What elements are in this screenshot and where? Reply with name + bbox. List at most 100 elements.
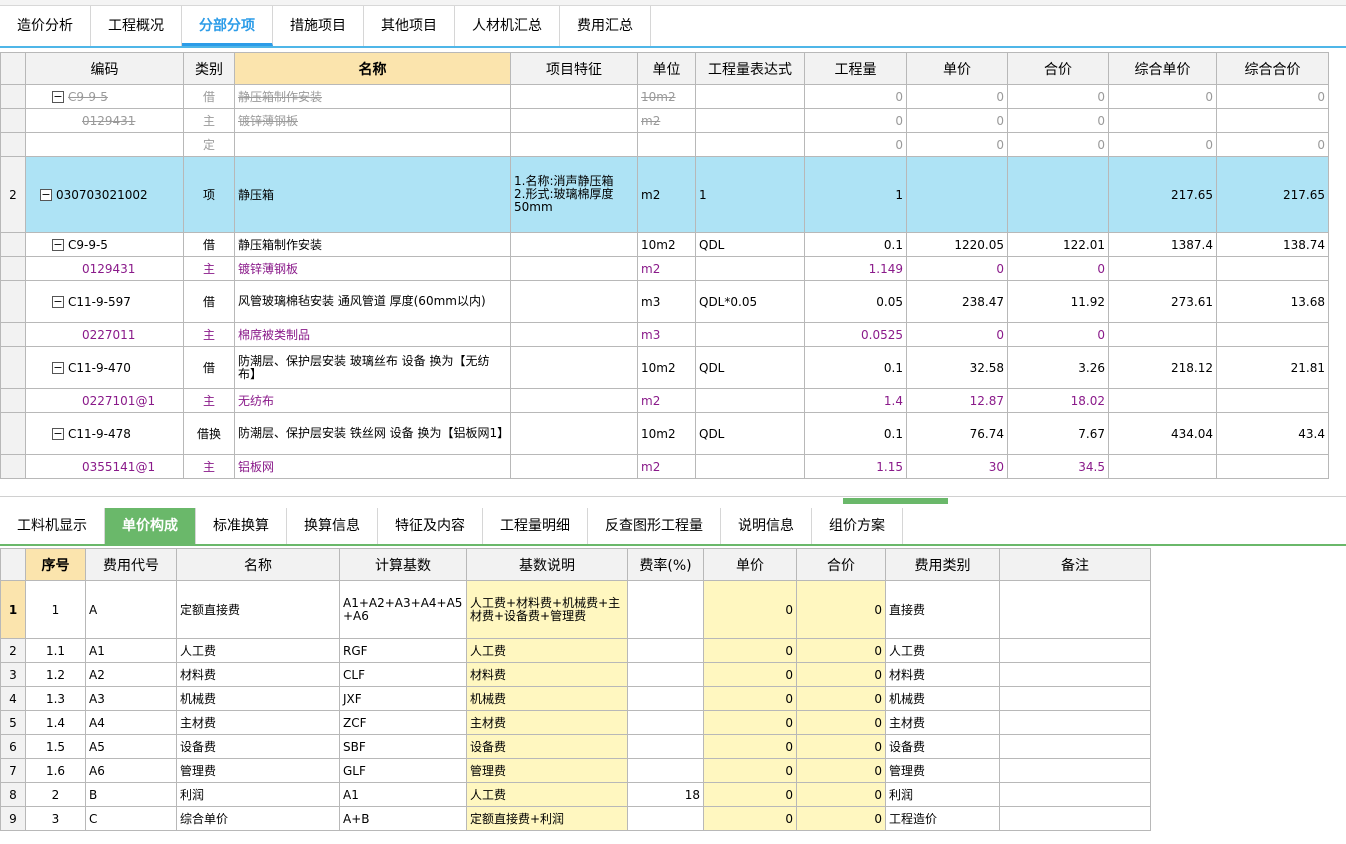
expr-cell[interactable]: QDL (695, 232, 805, 257)
code-cell[interactable]: B (85, 782, 177, 807)
expr-cell[interactable] (695, 388, 805, 413)
table-row[interactable]: − C11-9-470 借 防潮层、保护层安装 玻璃丝布 设备 换为【无纺布】 1… (0, 346, 1329, 389)
code-cell[interactable]: A4 (85, 710, 177, 735)
table-row[interactable]: 定 0 0 0 0 0 (0, 132, 1329, 157)
feature-cell[interactable] (510, 132, 638, 157)
category-cell[interactable]: 管理费 (885, 758, 1000, 783)
name-cell[interactable]: 风管玻璃棉毡安装 通风管道 厚度(60mm以内) (234, 280, 511, 323)
composite-total-cell[interactable]: 13.68 (1216, 280, 1329, 323)
code-cell[interactable]: 0227101@1 (25, 388, 184, 413)
note-cell[interactable] (999, 782, 1151, 807)
code-cell[interactable]: A5 (85, 734, 177, 759)
total-cell[interactable]: 122.01 (1007, 232, 1109, 257)
note-cell[interactable] (999, 686, 1151, 711)
total-cell[interactable]: 0 (796, 662, 886, 687)
name-cell[interactable]: 主材费 (176, 710, 340, 735)
composite-price-cell[interactable]: 0 (1108, 132, 1217, 157)
price-cell[interactable]: 1220.05 (906, 232, 1008, 257)
qty-cell[interactable]: 1.15 (804, 454, 907, 479)
feature-cell[interactable] (510, 322, 638, 347)
price-cell[interactable] (906, 156, 1008, 233)
name-cell[interactable]: 静压箱制作安装 (234, 232, 511, 257)
type-cell[interactable]: 借 (183, 346, 235, 389)
type-cell[interactable]: 主 (183, 322, 235, 347)
expr-cell[interactable]: QDL*0.05 (695, 280, 805, 323)
price-cell[interactable]: 0 (703, 782, 797, 807)
rate-cell[interactable] (627, 758, 704, 783)
tab-standard-conversion[interactable]: 标准换算 (196, 508, 287, 544)
seq-cell[interactable]: 2 (25, 782, 86, 807)
rate-cell[interactable] (627, 734, 704, 759)
table-row[interactable]: 6 1.5 A5 设备费 SBF 设备费 0 0 设备费 (0, 734, 1151, 759)
rate-cell[interactable] (627, 806, 704, 831)
name-cell[interactable]: 人工费 (176, 638, 340, 663)
expr-cell[interactable]: QDL (695, 412, 805, 455)
unit-cell[interactable]: m2 (637, 108, 696, 133)
expr-cell[interactable] (695, 132, 805, 157)
table-row[interactable]: 0129431 主 镀锌薄钢板 m2 1.149 0 0 (0, 256, 1329, 281)
code-cell[interactable]: 0129431 (25, 108, 184, 133)
code-cell[interactable]: − C9-9-5 (25, 232, 184, 257)
price-cell[interactable]: 0 (703, 806, 797, 831)
composite-total-cell[interactable] (1216, 454, 1329, 479)
tab-graphic-quantity-lookup[interactable]: 反查图形工程量 (588, 508, 721, 544)
name-cell[interactable]: 棉席被类制品 (234, 322, 511, 347)
base-desc-cell[interactable]: 材料费 (466, 662, 628, 687)
total-cell[interactable]: 0 (1007, 322, 1109, 347)
price-cell[interactable]: 76.74 (906, 412, 1008, 455)
rate-cell[interactable] (627, 686, 704, 711)
sub-header-price[interactable]: 单价 (703, 548, 797, 581)
price-cell[interactable]: 0 (906, 256, 1008, 281)
table-row[interactable]: − C9-9-5 借 静压箱制作安装 10m2 0 0 0 0 0 (0, 84, 1329, 109)
expr-cell[interactable] (695, 454, 805, 479)
feature-cell[interactable] (510, 454, 638, 479)
total-cell[interactable]: 0 (796, 758, 886, 783)
category-cell[interactable]: 主材费 (885, 710, 1000, 735)
note-cell[interactable] (999, 806, 1151, 831)
qty-cell[interactable]: 0 (804, 84, 907, 109)
total-cell[interactable]: 0 (796, 686, 886, 711)
header-qty[interactable]: 工程量 (804, 52, 907, 85)
tab-unit-price-composition[interactable]: 单价构成 (105, 508, 196, 544)
seq-cell[interactable]: 1 (25, 580, 86, 639)
seq-cell[interactable]: 3 (25, 806, 86, 831)
header-unit[interactable]: 单位 (637, 52, 696, 85)
code-cell[interactable]: C (85, 806, 177, 831)
type-cell[interactable]: 主 (183, 388, 235, 413)
code-cell[interactable]: 0355141@1 (25, 454, 184, 479)
type-cell[interactable]: 主 (183, 108, 235, 133)
name-cell[interactable]: 利润 (176, 782, 340, 807)
total-cell[interactable]: 7.67 (1007, 412, 1109, 455)
category-cell[interactable]: 材料费 (885, 662, 1000, 687)
price-cell[interactable]: 0 (906, 108, 1008, 133)
total-cell[interactable] (1007, 156, 1109, 233)
price-cell[interactable]: 0 (906, 84, 1008, 109)
code-cell[interactable]: A2 (85, 662, 177, 687)
composite-total-cell[interactable]: 21.81 (1216, 346, 1329, 389)
price-cell[interactable]: 12.87 (906, 388, 1008, 413)
expr-cell[interactable] (695, 322, 805, 347)
composite-price-cell[interactable]: 273.61 (1108, 280, 1217, 323)
collapse-icon[interactable]: − (40, 189, 52, 201)
code-cell[interactable]: −030703021002 (25, 156, 184, 233)
category-cell[interactable]: 利润 (885, 782, 1000, 807)
table-row[interactable]: 9 3 C 综合单价 A+B 定额直接费+利润 0 0 工程造价 (0, 806, 1151, 831)
total-cell[interactable]: 18.02 (1007, 388, 1109, 413)
note-cell[interactable] (999, 710, 1151, 735)
name-cell[interactable]: 机械费 (176, 686, 340, 711)
price-cell[interactable]: 0 (703, 734, 797, 759)
unit-cell[interactable]: 10m2 (637, 84, 696, 109)
unit-cell[interactable]: m2 (637, 156, 696, 233)
qty-cell[interactable]: 1 (804, 156, 907, 233)
base-desc-cell[interactable]: 机械费 (466, 686, 628, 711)
type-cell[interactable]: 借 (183, 232, 235, 257)
sub-header-base-desc[interactable]: 基数说明 (466, 548, 628, 581)
price-cell[interactable]: 0 (703, 710, 797, 735)
table-row[interactable]: − C9-9-5 借 静压箱制作安装 10m2 QDL 0.1 1220.05 1… (0, 232, 1329, 257)
note-cell[interactable] (999, 758, 1151, 783)
expr-cell[interactable]: 1 (695, 156, 805, 233)
composite-price-cell[interactable]: 434.04 (1108, 412, 1217, 455)
composite-price-cell[interactable] (1108, 388, 1217, 413)
table-row[interactable]: 3 1.2 A2 材料费 CLF 材料费 0 0 材料费 (0, 662, 1151, 687)
composite-price-cell[interactable]: 1387.4 (1108, 232, 1217, 257)
